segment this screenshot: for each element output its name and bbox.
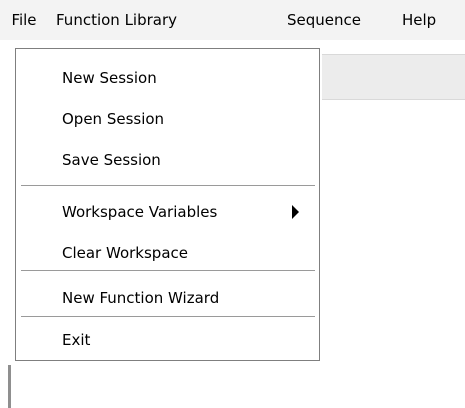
menu-help[interactable]: Help <box>402 0 436 40</box>
menu-item-label: Open Session <box>62 110 165 128</box>
submenu-arrow-icon <box>292 205 299 219</box>
menu-separator <box>21 185 315 186</box>
toolbar-strip <box>322 54 465 100</box>
menu-separator <box>21 316 315 317</box>
menu-item-open-session[interactable]: Open Session <box>17 102 318 136</box>
menu-item-exit[interactable]: Exit <box>17 323 318 357</box>
menu-item-label: Save Session <box>62 151 161 169</box>
menu-item-save-session[interactable]: Save Session <box>17 143 318 177</box>
menu-item-label: New Function Wizard <box>62 289 220 307</box>
menu-bar: File Function Library Sequence Help <box>0 0 465 40</box>
menu-separator <box>21 270 315 271</box>
menu-item-new-session[interactable]: New Session <box>17 61 318 95</box>
menu-function-library[interactable]: Function Library <box>56 0 177 40</box>
menu-item-workspace-variables[interactable]: Workspace Variables <box>17 195 318 229</box>
menu-item-label: Workspace Variables <box>62 203 218 221</box>
workspace-left-border <box>8 365 11 408</box>
menu-item-label: Clear Workspace <box>62 244 188 262</box>
menu-item-new-function-wizard[interactable]: New Function Wizard <box>17 281 318 315</box>
menu-sequence[interactable]: Sequence <box>287 0 361 40</box>
menu-file[interactable]: File <box>0 0 48 40</box>
app-window: File Function Library Sequence Help New … <box>0 0 465 408</box>
menu-item-label: Exit <box>62 331 91 349</box>
menu-item-clear-workspace[interactable]: Clear Workspace <box>17 236 318 270</box>
menu-item-label: New Session <box>62 69 157 87</box>
file-dropdown-menu: New Session Open Session Save Session Wo… <box>15 48 320 361</box>
